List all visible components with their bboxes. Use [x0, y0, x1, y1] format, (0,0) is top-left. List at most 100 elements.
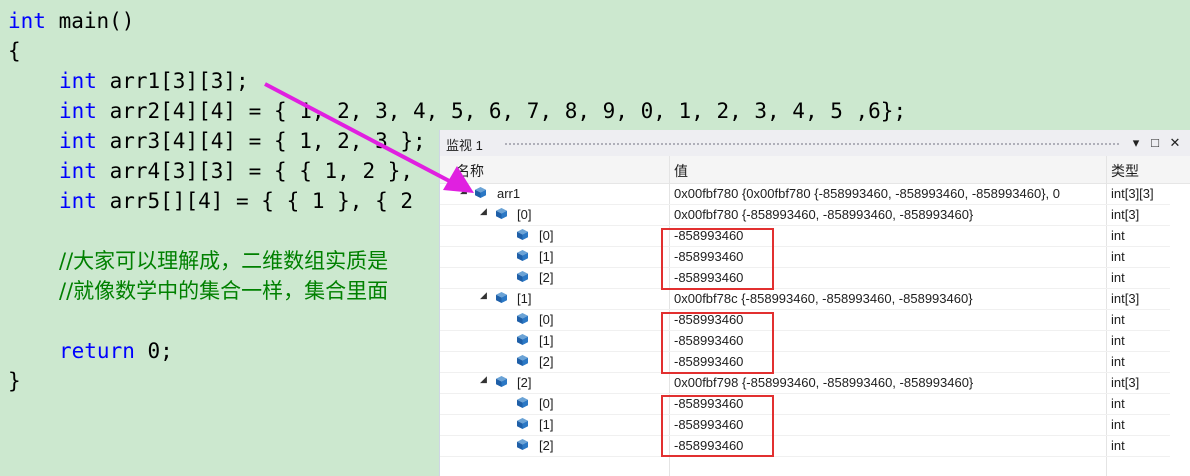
variable-name: [2] [539, 354, 554, 369]
watch-row[interactable]: [2] -858993460 int [440, 267, 1170, 289]
code-line[interactable]: int arr4[3][3] = { { 1, 2 }, [59, 156, 413, 186]
highlight-box [661, 228, 774, 290]
dropdown-icon[interactable]: ▾ [1128, 134, 1144, 152]
maximize-icon[interactable]: □ [1147, 134, 1163, 152]
watch-title: 监视 1 [446, 138, 483, 153]
collapse-triangle-icon[interactable]: ◢ [480, 206, 487, 217]
code-text: } [8, 369, 21, 393]
watch-header: 名称 值 类型 [440, 156, 1190, 184]
watch-row[interactable]: ◢ arr1 0x00fbf780 {0x00fbf780 {-858993460,… [440, 183, 1170, 205]
variable-name: [1] [539, 333, 554, 348]
keyword-token: int [59, 129, 97, 153]
variable-name: [0] [539, 396, 554, 411]
variable-name: [2] [539, 438, 554, 453]
variable-name: [1] [539, 249, 554, 264]
variable-type: int [1111, 417, 1125, 432]
variable-value[interactable]: 0x00fbf780 {-858993460, -858993460, -858… [674, 207, 1114, 222]
close-icon[interactable]: ✕ [1167, 134, 1183, 152]
variable-name: [0] [517, 207, 532, 222]
keyword-token: int [59, 99, 97, 123]
variable-type: int [1111, 228, 1125, 243]
comment-token: //就像数学中的集合一样，集合里面 [59, 279, 389, 303]
variable-cube-icon [517, 418, 528, 429]
keyword-token: int [59, 69, 97, 93]
variable-cube-icon [496, 292, 507, 303]
code-text: 0; [134, 339, 173, 363]
variable-cube-icon [517, 250, 528, 261]
watch-row[interactable]: ◢ [2] 0x00fbf798 {-858993460, -858993460, … [440, 372, 1170, 394]
title-grip[interactable] [504, 142, 1119, 146]
code-text: arr5[][4] = { { 1 }, { 2 [96, 189, 414, 213]
keyword-token: return [59, 339, 135, 363]
variable-type: int [1111, 333, 1125, 348]
variable-type: int[3] [1111, 375, 1140, 390]
variable-cube-icon [517, 439, 528, 450]
variable-value[interactable]: 0x00fbf798 {-858993460, -858993460, -858… [674, 375, 1114, 390]
variable-type: int [1111, 270, 1125, 285]
variable-type: int [1111, 396, 1125, 411]
variable-name: [2] [539, 270, 554, 285]
variable-value[interactable]: 0x00fbf78c {-858993460, -858993460, -858… [674, 291, 1114, 306]
collapse-triangle-icon[interactable]: ◢ [480, 374, 487, 385]
highlight-box [661, 312, 774, 374]
watch-row[interactable]: [1] -858993460 int [440, 414, 1170, 436]
variable-type: int[3] [1111, 291, 1140, 306]
variable-cube-icon [475, 187, 486, 198]
code-text: main() [45, 9, 135, 33]
watch-row[interactable]: ◢ [0] 0x00fbf780 {-858993460, -858993460, … [440, 204, 1170, 226]
variable-cube-icon [517, 271, 528, 282]
variable-type: int [1111, 354, 1125, 369]
code-line[interactable]: return 0; [59, 336, 173, 366]
code-line[interactable]: //就像数学中的集合一样，集合里面 [59, 276, 388, 306]
code-line[interactable]: int arr2[4][4] = { 1, 2, 3, 4, 5, 6, 7, … [59, 96, 906, 126]
watch-window[interactable]: 监视 1 ▾ □ ✕ 名称 值 类型 ◢ arr1 0x00fbf780 {0x00… [439, 130, 1190, 476]
watch-titlebar[interactable]: 监视 1 ▾ □ ✕ [440, 130, 1190, 157]
code-text: arr1[3][3]; [96, 69, 249, 93]
watch-row[interactable]: [2] -858993460 int [440, 351, 1170, 373]
watch-row[interactable]: [1] -858993460 int [440, 330, 1170, 352]
variable-name: [1] [539, 417, 554, 432]
code-line[interactable]: int arr1[3][3]; [59, 66, 249, 96]
variable-cube-icon [517, 397, 528, 408]
column-header-name[interactable]: 名称 [456, 161, 484, 181]
code-text: arr2[4][4] = { 1, 2, 3, 4, 5, 6, 7, 8, 9… [96, 99, 907, 123]
watch-row[interactable]: [0] -858993460 int [440, 393, 1170, 415]
variable-name: [1] [517, 291, 532, 306]
code-line[interactable]: int arr3[4][4] = { 1, 2, 3 }; [59, 126, 426, 156]
code-line[interactable]: int arr5[][4] = { { 1 }, { 2 [59, 186, 413, 216]
variable-cube-icon [517, 313, 528, 324]
watch-row[interactable]: [0] -858993460 int [440, 309, 1170, 331]
variable-name: [0] [539, 312, 554, 327]
code-text: arr4[3][3] = { { 1, 2 }, [96, 159, 414, 183]
variable-cube-icon [517, 229, 528, 240]
variable-cube-icon [517, 355, 528, 366]
variable-cube-icon [517, 334, 528, 345]
code-line[interactable]: { [8, 36, 21, 66]
variable-name: arr1 [497, 186, 521, 201]
variable-type: int [1111, 312, 1125, 327]
code-line[interactable]: int main() [8, 6, 134, 36]
variable-name: [2] [517, 375, 532, 390]
comment-token: //大家可以理解成，二维数组实质是 [59, 249, 389, 273]
keyword-token: int [8, 9, 46, 33]
variable-cube-icon [496, 208, 507, 219]
variable-cube-icon [496, 376, 507, 387]
variable-type: int[3] [1111, 207, 1140, 222]
variable-value[interactable]: 0x00fbf780 {0x00fbf780 {-858993460, -858… [674, 186, 1114, 201]
collapse-triangle-icon[interactable]: ◢ [460, 185, 467, 196]
column-header-value[interactable]: 值 [674, 161, 688, 181]
code-line[interactable]: //大家可以理解成，二维数组实质是 [59, 246, 388, 276]
column-header-type[interactable]: 类型 [1111, 161, 1139, 181]
variable-type: int[3][3] [1111, 186, 1154, 201]
watch-row[interactable]: [1] -858993460 int [440, 246, 1170, 268]
code-text: arr3[4][4] = { 1, 2, 3 }; [96, 129, 426, 153]
code-line[interactable]: } [8, 366, 21, 396]
watch-row[interactable]: [0] -858993460 int [440, 225, 1170, 247]
variable-type: int [1111, 249, 1125, 264]
collapse-triangle-icon[interactable]: ◢ [480, 290, 487, 301]
watch-row[interactable]: [2] -858993460 int [440, 435, 1170, 457]
highlight-box [661, 395, 774, 457]
keyword-token: int [59, 159, 97, 183]
watch-row[interactable]: ◢ [1] 0x00fbf78c {-858993460, -858993460, … [440, 288, 1170, 310]
keyword-token: int [59, 189, 97, 213]
